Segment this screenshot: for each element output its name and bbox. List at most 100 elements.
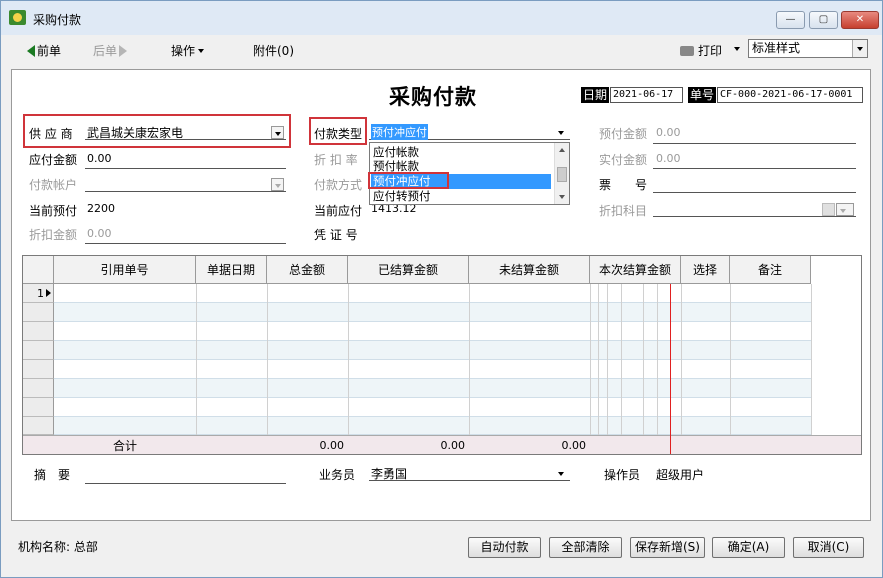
auto-pay-button[interactable]: 自动付款 <box>468 537 541 558</box>
field-underline <box>653 143 856 144</box>
actual-pay-value[interactable]: 0.00 <box>656 152 681 165</box>
prepay-amount-value[interactable]: 0.00 <box>656 126 681 139</box>
ticket-no-label: 票 号 <box>599 178 648 192</box>
print-button[interactable]: 打印 <box>680 42 722 59</box>
ok-button[interactable]: 确定(A) <box>712 537 785 558</box>
row-header[interactable] <box>23 360 54 379</box>
window-title: 采购付款 <box>33 13 82 27</box>
lookup-icon[interactable] <box>822 203 835 216</box>
print-dropdown-arrow[interactable] <box>731 42 740 56</box>
ticket-no-field[interactable] <box>653 192 856 193</box>
pay-type-option[interactable]: 应付帐款 <box>373 145 553 160</box>
grid-line <box>607 284 608 435</box>
highlight-box <box>23 114 291 148</box>
dropdown-arrow-icon <box>198 49 205 53</box>
close-button[interactable]: ✕ <box>841 11 879 29</box>
cancel-button[interactable]: 取消(C) <box>793 537 864 558</box>
operate-menu[interactable]: 操作 <box>171 42 205 59</box>
row-header-current[interactable]: 1 <box>23 284 54 303</box>
grid-line <box>267 284 268 435</box>
prev-button[interactable]: 前单 <box>27 42 61 59</box>
current-prepay-label: 当前预付 <box>29 204 78 218</box>
grid-line <box>590 284 591 435</box>
column-header[interactable]: 引用单号 <box>54 256 196 284</box>
row-header[interactable] <box>23 379 54 398</box>
column-header[interactable]: 选择 <box>681 256 730 284</box>
dropdown-arrow-icon[interactable] <box>836 203 854 216</box>
current-payable-label: 当前应付 <box>314 204 363 218</box>
column-header[interactable]: 未结算金额 <box>469 256 590 284</box>
table-row[interactable] <box>54 417 811 435</box>
scroll-down-icon[interactable] <box>559 195 565 199</box>
form-title: 采购付款 <box>389 85 477 109</box>
actual-pay-label: 实付金额 <box>599 153 648 167</box>
clear-all-button[interactable]: 全部清除 <box>549 537 622 558</box>
save-new-button[interactable]: 保存新增(S) <box>630 537 705 558</box>
total-row: 合计 0.00 0.00 0.00 <box>23 435 861 454</box>
app-icon <box>9 10 26 25</box>
table-row[interactable] <box>54 322 811 341</box>
order-no-field[interactable]: CF-000-2021-06-17-0001 <box>717 87 863 103</box>
discount-subject-select[interactable] <box>653 200 856 217</box>
dropdown-arrow-icon[interactable] <box>555 126 568 139</box>
list-scrollbar[interactable] <box>554 143 569 204</box>
grid-line <box>469 284 470 435</box>
scroll-up-icon[interactable] <box>559 148 565 152</box>
column-header[interactable]: 单据日期 <box>196 256 267 284</box>
column-header[interactable]: 已结算金额 <box>348 256 469 284</box>
payable-value: 0.00 <box>87 152 112 165</box>
grid-line <box>730 284 731 435</box>
maximize-button[interactable]: ▢ <box>809 11 838 29</box>
pay-method-label: 付款方式 <box>314 178 363 192</box>
dropdown-arrow-icon <box>734 47 740 51</box>
attachment-button[interactable]: 附件(0) <box>253 42 294 59</box>
row-header[interactable] <box>23 341 54 360</box>
toolbar: 前单 后单 操作 附件(0) 打印 标准样式 <box>11 37 873 62</box>
salesman-label: 业务员 <box>319 468 356 482</box>
pay-type-option[interactable]: 应付转预付 <box>373 189 553 204</box>
column-header[interactable]: 总金额 <box>267 256 348 284</box>
grid-line <box>598 284 599 435</box>
discount-subject-label: 折扣科目 <box>599 204 648 218</box>
grid-line <box>196 284 197 435</box>
table-row[interactable] <box>54 379 811 398</box>
table-row[interactable] <box>54 360 811 379</box>
row-header[interactable] <box>23 417 54 435</box>
current-prepay-value: 2200 <box>87 202 115 215</box>
minimize-button[interactable]: — <box>776 11 805 29</box>
row-header[interactable] <box>23 398 54 417</box>
print-style-select[interactable]: 标准样式 <box>748 39 868 58</box>
grid-marker-line <box>670 284 671 454</box>
highlight-box <box>309 117 367 145</box>
grid-line <box>643 284 644 435</box>
account-select[interactable] <box>85 175 286 192</box>
grid-line <box>811 284 812 435</box>
table-row[interactable] <box>54 398 811 417</box>
total-label: 合计 <box>112 439 137 453</box>
table-row[interactable] <box>54 341 811 360</box>
scroll-thumb[interactable] <box>557 167 567 182</box>
column-header[interactable]: 本次结算金额 <box>590 256 681 284</box>
date-field[interactable]: 2021-06-17 <box>610 87 683 103</box>
field-underline <box>85 243 286 244</box>
table-row[interactable] <box>54 303 811 322</box>
column-header[interactable]: 备注 <box>730 256 811 284</box>
summary-field[interactable] <box>85 483 286 484</box>
account-label: 付款帐户 <box>29 178 78 192</box>
arrow-left-icon <box>27 45 35 57</box>
title-bar: 采购付款 — ▢ ✕ <box>1 1 882 35</box>
dropdown-arrow-icon[interactable] <box>555 467 568 480</box>
salesman-select[interactable]: 李勇国 <box>369 464 570 481</box>
dropdown-arrow-icon[interactable] <box>271 178 284 191</box>
discount-rate-label: 折 扣 率 <box>314 153 358 167</box>
table-row[interactable] <box>54 284 811 303</box>
date-label: 日期 <box>581 87 610 103</box>
discount-amount-value[interactable]: 0.00 <box>87 227 112 240</box>
pay-type-select[interactable]: 预付冲应付 <box>369 123 570 140</box>
row-header[interactable] <box>23 303 54 322</box>
prepay-amount-label: 预付金额 <box>599 127 648 141</box>
org-status: 机构名称: 总部 <box>18 540 98 554</box>
row-header[interactable] <box>23 322 54 341</box>
next-button[interactable]: 后单 <box>93 42 128 59</box>
field-underline <box>85 168 286 169</box>
